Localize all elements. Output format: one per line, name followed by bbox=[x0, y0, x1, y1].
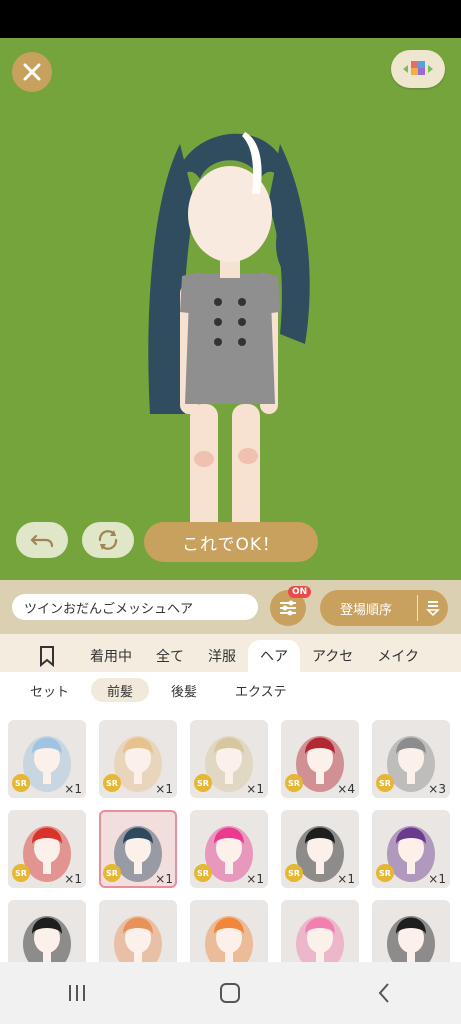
rarity-badge: SR bbox=[285, 864, 303, 882]
item-cell[interactable]: SR ×4 bbox=[281, 720, 359, 798]
rotate-button[interactable] bbox=[82, 522, 134, 558]
item-count: ×1 bbox=[155, 782, 173, 796]
item-count: ×1 bbox=[246, 782, 264, 796]
tab-clothes[interactable]: 洋服 bbox=[196, 640, 248, 672]
tab-accessories[interactable]: アクセ bbox=[300, 640, 365, 672]
subtab-back-hair[interactable]: 後髪 bbox=[155, 678, 213, 702]
item-cell[interactable] bbox=[190, 900, 268, 962]
item-info-bar: ツインおだんごメッシュヘア ON 登場順序 bbox=[0, 580, 461, 634]
sort-toggle[interactable] bbox=[417, 600, 448, 616]
hair-thumbnail bbox=[205, 916, 253, 962]
item-cell[interactable]: SR ×1 bbox=[99, 720, 177, 798]
item-cell[interactable]: SR ×3 bbox=[372, 720, 450, 798]
item-cell[interactable]: SR ×1 bbox=[190, 720, 268, 798]
avatar-stage: これでOK！ bbox=[0, 38, 461, 580]
item-cell[interactable]: SR ×1 bbox=[8, 810, 86, 888]
tab-all[interactable]: 全て bbox=[144, 640, 196, 672]
bookmark-icon bbox=[40, 646, 54, 667]
item-cell[interactable] bbox=[99, 900, 177, 962]
item-count: ×1 bbox=[155, 872, 173, 886]
item-count: ×1 bbox=[246, 872, 264, 886]
rarity-badge: SR bbox=[285, 774, 303, 792]
item-cell[interactable] bbox=[372, 900, 450, 962]
rarity-badge: SR bbox=[103, 774, 121, 792]
item-count: ×3 bbox=[428, 782, 446, 796]
selected-item-name: ツインおだんごメッシュヘア bbox=[12, 594, 258, 620]
rarity-badge: SR bbox=[194, 864, 212, 882]
item-count: ×1 bbox=[428, 872, 446, 886]
hair-subtabs: セット 前髪 後髪 エクステ bbox=[0, 672, 461, 708]
item-cell[interactable]: SR ×1 bbox=[190, 810, 268, 888]
item-cell[interactable]: SR ×1 bbox=[99, 810, 177, 888]
category-tabs: 着用中 全て 洋服 ヘア アクセ メイク bbox=[0, 634, 461, 672]
item-count: ×4 bbox=[337, 782, 355, 796]
item-count: ×1 bbox=[337, 872, 355, 886]
rarity-badge: SR bbox=[103, 864, 121, 882]
view-toggle-button[interactable] bbox=[391, 50, 445, 88]
hair-thumbnail bbox=[296, 916, 344, 962]
subtab-extensions[interactable]: エクステ bbox=[219, 678, 303, 702]
sort-direction-icon bbox=[425, 601, 440, 616]
filter-sliders-icon bbox=[280, 600, 296, 616]
rarity-badge: SR bbox=[12, 774, 30, 792]
item-count: ×1 bbox=[64, 782, 82, 796]
tab-hair[interactable]: ヘア bbox=[248, 640, 300, 672]
close-button[interactable] bbox=[12, 52, 52, 92]
close-icon bbox=[23, 63, 41, 81]
item-cell[interactable] bbox=[281, 900, 359, 962]
hair-thumbnail bbox=[387, 916, 435, 962]
sort-divider bbox=[416, 595, 418, 621]
back-button[interactable] bbox=[364, 978, 404, 1008]
item-grid: SR ×1 SR ×1 SR ×1 SR ×4 SR ×3 SR ×1 SR ×1 SR ×1 SR ×1 SR ×1 bbox=[0, 708, 461, 962]
item-count: ×1 bbox=[64, 872, 82, 886]
filter-on-badge: ON bbox=[288, 586, 312, 598]
color-grid-icon bbox=[403, 61, 433, 75]
sort-order-button[interactable]: 登場順序 bbox=[320, 590, 448, 626]
home-button[interactable] bbox=[210, 978, 250, 1008]
rarity-badge: SR bbox=[194, 774, 212, 792]
undo-button[interactable] bbox=[16, 522, 68, 558]
home-icon bbox=[220, 983, 241, 1003]
recent-apps-icon bbox=[68, 985, 85, 1001]
recent-apps-button[interactable] bbox=[57, 978, 97, 1008]
item-cell[interactable]: SR ×1 bbox=[8, 720, 86, 798]
back-icon bbox=[378, 983, 389, 1003]
rarity-badge: SR bbox=[376, 864, 394, 882]
rotate-icon bbox=[98, 530, 118, 550]
sort-label: 登場順序 bbox=[340, 602, 393, 618]
item-cell[interactable]: SR ×1 bbox=[281, 810, 359, 888]
item-cell[interactable] bbox=[8, 900, 86, 962]
subtab-bangs[interactable]: 前髪 bbox=[91, 678, 150, 702]
avatar-figure bbox=[148, 132, 310, 524]
subtab-set[interactable]: セット bbox=[14, 678, 85, 702]
tab-wearing[interactable]: 着用中 bbox=[78, 640, 144, 672]
confirm-ok-button[interactable]: これでOK！ bbox=[144, 522, 318, 562]
undo-icon bbox=[30, 534, 54, 548]
hair-thumbnail bbox=[114, 916, 162, 962]
status-bar bbox=[0, 0, 461, 38]
rarity-badge: SR bbox=[376, 774, 394, 792]
hair-thumbnail bbox=[23, 916, 71, 962]
bookmark-tab[interactable] bbox=[0, 640, 78, 672]
system-nav-bar bbox=[0, 962, 461, 1024]
item-cell[interactable]: SR ×1 bbox=[372, 810, 450, 888]
tab-makeup[interactable]: メイク bbox=[365, 640, 431, 672]
rarity-badge: SR bbox=[12, 864, 30, 882]
